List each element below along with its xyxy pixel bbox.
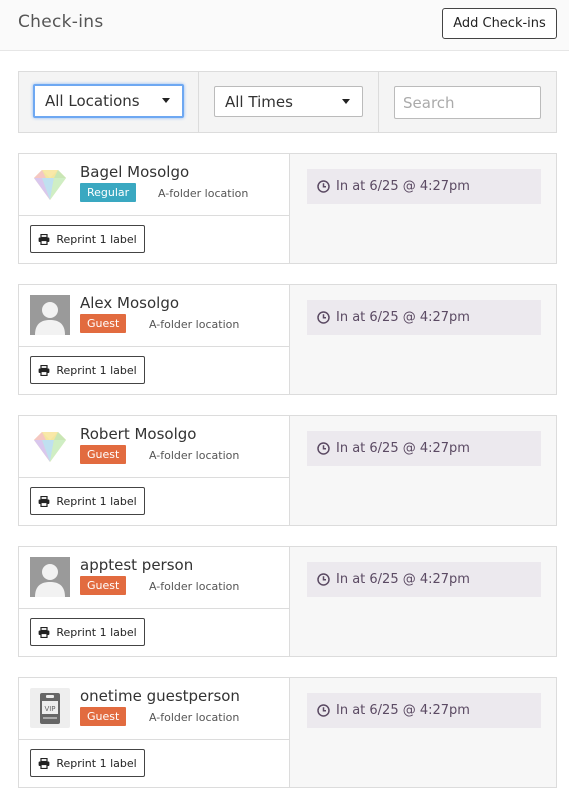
card-divider — [19, 477, 289, 478]
checkin-person-panel: Robert Mosolgo Guest A-folder location R… — [19, 416, 289, 525]
person-type-badge: Guest — [80, 576, 127, 595]
time-select[interactable]: All Times — [214, 86, 363, 117]
person-type-badge: Guest — [80, 314, 127, 333]
clock-icon — [317, 311, 330, 324]
checkin-card: Robert Mosolgo Guest A-folder location R… — [18, 415, 557, 526]
time-select-value: All Times — [225, 92, 293, 111]
checkin-time-panel: In at 6/25 @ 4:27pm — [289, 285, 556, 394]
checkin-location: A-folder location — [149, 449, 240, 462]
card-divider — [19, 608, 289, 609]
checkin-location: A-folder location — [149, 580, 240, 593]
clock-icon — [317, 180, 330, 193]
person-silhouette-icon — [30, 557, 70, 597]
checkin-card: Bagel Mosolgo Regular A-folder location … — [18, 153, 557, 264]
reprint-label-button[interactable]: Reprint 1 label — [30, 749, 145, 777]
printer-icon — [38, 233, 50, 245]
checkin-time-text: In at 6/25 @ 4:27pm — [336, 441, 470, 456]
printer-icon — [38, 757, 50, 769]
checkin-time-panel: In at 6/25 @ 4:27pm — [289, 416, 556, 525]
printer-icon — [38, 364, 50, 376]
reprint-label-text: Reprint 1 label — [56, 756, 137, 770]
reprint-label-button[interactable]: Reprint 1 label — [30, 487, 145, 515]
reprint-label-button[interactable]: Reprint 1 label — [30, 356, 145, 384]
filter-divider — [198, 72, 199, 132]
checkin-card: VIP onetime guestperson Guest A-folder l… — [18, 677, 557, 788]
checkin-time-text: In at 6/25 @ 4:27pm — [336, 572, 470, 587]
clock-icon — [317, 573, 330, 586]
checkin-person-panel: Bagel Mosolgo Regular A-folder location … — [19, 154, 289, 263]
location-select-value: All Locations — [45, 92, 140, 110]
checkin-time-text: In at 6/25 @ 4:27pm — [336, 310, 470, 325]
filter-bar: All Locations All Times — [18, 71, 557, 133]
filter-divider — [378, 72, 379, 132]
reprint-label-text: Reprint 1 label — [56, 494, 137, 508]
person-type-badge: Regular — [80, 183, 137, 202]
checkin-location: A-folder location — [158, 187, 249, 200]
avatar — [30, 295, 70, 335]
checkin-location: A-folder location — [149, 318, 240, 331]
person-silhouette-icon — [30, 295, 70, 335]
printer-icon — [38, 626, 50, 638]
reprint-label-text: Reprint 1 label — [56, 232, 137, 246]
add-check-ins-button[interactable]: Add Check-ins — [442, 8, 557, 39]
checkin-time: In at 6/25 @ 4:27pm — [307, 169, 541, 204]
checkin-location: A-folder location — [149, 711, 240, 724]
person-type-badge: Guest — [80, 445, 127, 464]
person-name: Alex Mosolgo — [80, 294, 180, 312]
clock-icon — [317, 442, 330, 455]
card-divider — [19, 215, 289, 216]
checkin-time-panel: In at 6/25 @ 4:27pm — [289, 678, 556, 787]
checkin-time: In at 6/25 @ 4:27pm — [307, 562, 541, 597]
reprint-label-button[interactable]: Reprint 1 label — [30, 225, 145, 253]
checkin-time-panel: In at 6/25 @ 4:27pm — [289, 547, 556, 656]
checkin-person-panel: apptest person Guest A-folder location R… — [19, 547, 289, 656]
checkin-person-panel: VIP onetime guestperson Guest A-folder l… — [19, 678, 289, 787]
person-name: apptest person — [80, 556, 194, 574]
page-header: Check-ins Add Check-ins — [0, 0, 569, 51]
svg-text:VIP: VIP — [44, 705, 55, 713]
reprint-label-text: Reprint 1 label — [56, 625, 137, 639]
checkin-time-text: In at 6/25 @ 4:27pm — [336, 703, 470, 718]
reprint-label-button[interactable]: Reprint 1 label — [30, 618, 145, 646]
vip-badge-icon: VIP — [30, 688, 70, 728]
card-divider — [19, 346, 289, 347]
person-name: Robert Mosolgo — [80, 425, 197, 443]
search-input[interactable] — [394, 86, 541, 119]
card-divider — [19, 739, 289, 740]
location-select[interactable]: All Locations — [33, 84, 184, 118]
checkin-person-panel: Alex Mosolgo Guest A-folder location Rep… — [19, 285, 289, 394]
checkin-time-panel: In at 6/25 @ 4:27pm — [289, 154, 556, 263]
checkin-time: In at 6/25 @ 4:27pm — [307, 431, 541, 466]
person-name: onetime guestperson — [80, 687, 240, 705]
avatar: VIP — [30, 688, 70, 728]
avatar — [30, 557, 70, 597]
person-name: Bagel Mosolgo — [80, 163, 190, 181]
gem-avatar-icon — [34, 432, 66, 462]
avatar — [30, 164, 70, 204]
checkin-card: apptest person Guest A-folder location R… — [18, 546, 557, 657]
gem-avatar-icon — [34, 170, 66, 200]
page-title: Check-ins — [18, 12, 104, 32]
chevron-down-icon — [162, 98, 170, 103]
printer-icon — [38, 495, 50, 507]
person-type-badge: Guest — [80, 707, 127, 726]
avatar — [30, 426, 70, 466]
checkin-card: Alex Mosolgo Guest A-folder location Rep… — [18, 284, 557, 395]
reprint-label-text: Reprint 1 label — [56, 363, 137, 377]
chevron-down-icon — [342, 99, 350, 104]
clock-icon — [317, 704, 330, 717]
checkin-time: In at 6/25 @ 4:27pm — [307, 300, 541, 335]
checkin-time: In at 6/25 @ 4:27pm — [307, 693, 541, 728]
checkin-time-text: In at 6/25 @ 4:27pm — [336, 179, 470, 194]
